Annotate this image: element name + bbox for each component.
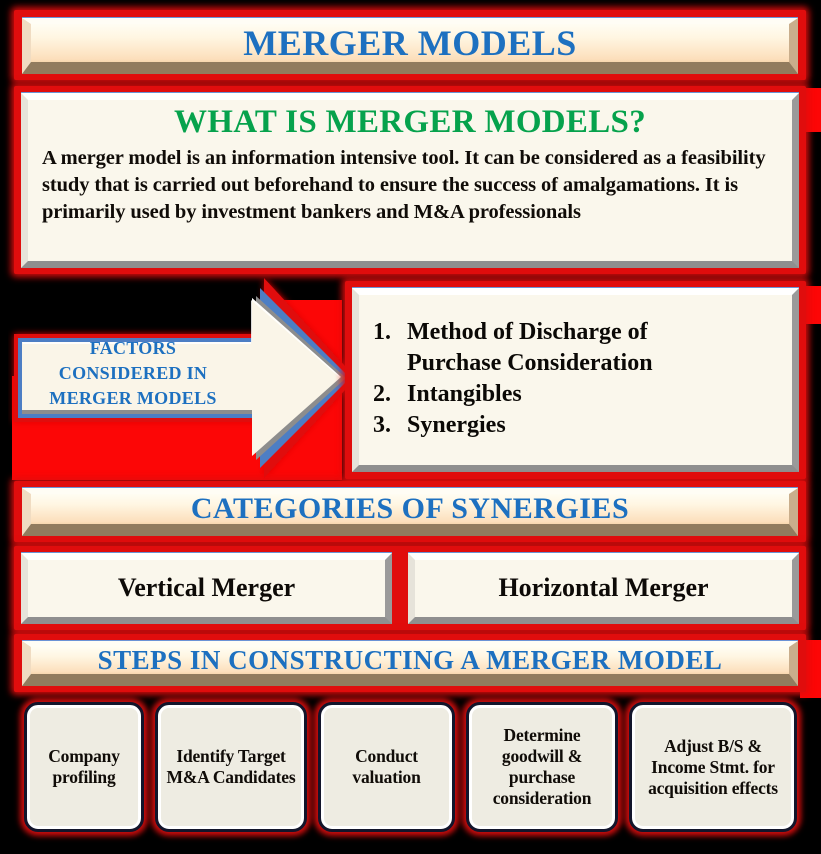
factors-list-panel: 1. Method of Discharge of Purchase Consi… — [352, 288, 799, 472]
arrow-label-line2: CONSIDERED IN — [58, 363, 208, 383]
step-chip-determine-goodwill[interactable]: Determine goodwill & purchase considerat… — [466, 702, 618, 832]
list-item-label: Method of Discharge of Purchase Consider… — [407, 319, 653, 376]
arrow-label-line3: MERGER MODELS — [49, 388, 217, 408]
step-chip-label: Determine goodwill & purchase considerat… — [492, 725, 592, 808]
list-item-number: 3. — [373, 412, 391, 438]
step-chip-adjust-bs-income[interactable]: Adjust B/S & Income Stmt. for acquisitio… — [629, 702, 797, 832]
arrow-label: FACTORS CONSIDERED IN MERGER MODELS — [22, 336, 244, 411]
list-item: 3. Synergies — [373, 410, 782, 441]
step-chip-label: Company profiling — [48, 746, 120, 787]
title-banner: MERGER MODELS — [22, 18, 798, 74]
list-item-label: Synergies — [407, 412, 506, 438]
synergies-banner: CATEGORIES OF SYNERGIES — [22, 488, 798, 536]
list-item-number: 1. — [373, 319, 391, 345]
list-item-label: Intangibles — [407, 381, 522, 407]
steps-banner-label: STEPS IN CONSTRUCTING A MERGER MODEL — [97, 645, 723, 675]
factors-list: 1. Method of Discharge of Purchase Consi… — [373, 317, 782, 441]
synergy-box-horizontal-merger[interactable]: Horizontal Merger — [408, 553, 799, 624]
synergy-box-label: Horizontal Merger — [498, 573, 709, 603]
definition-body: A merger model is an information intensi… — [42, 147, 766, 223]
synergy-box-label: Vertical Merger — [117, 573, 296, 603]
page-title: MERGER MODELS — [243, 23, 577, 63]
step-chip-conduct-valuation[interactable]: Conduct valuation — [318, 702, 455, 832]
step-chip-label: Adjust B/S & Income Stmt. for acquisitio… — [648, 735, 778, 798]
factors-arrow: FACTORS CONSIDERED IN MERGER MODELS — [8, 274, 360, 482]
synergy-box-vertical-merger[interactable]: Vertical Merger — [21, 553, 392, 624]
infographic-canvas: MERGER MODELS WHAT IS MERGER MODELS? A m… — [0, 0, 821, 854]
step-chip-label: Identify Target M&A Candidates — [166, 746, 296, 787]
definition-heading: WHAT IS MERGER MODELS? — [173, 104, 647, 140]
list-item: 1. Method of Discharge of Purchase Consi… — [373, 317, 782, 379]
step-chip-label: Conduct valuation — [352, 746, 421, 787]
list-item-number: 2. — [373, 381, 391, 407]
synergies-banner-label: CATEGORIES OF SYNERGIES — [190, 492, 630, 525]
step-chip-identify-target[interactable]: Identify Target M&A Candidates — [155, 702, 307, 832]
list-item: 2. Intangibles — [373, 379, 782, 410]
steps-banner: STEPS IN CONSTRUCTING A MERGER MODEL — [22, 641, 798, 686]
step-chip-company-profiling[interactable]: Company profiling — [24, 702, 144, 832]
arrow-label-line1: FACTORS — [89, 338, 177, 358]
definition-panel: WHAT IS MERGER MODELS? A merger model is… — [21, 93, 799, 268]
